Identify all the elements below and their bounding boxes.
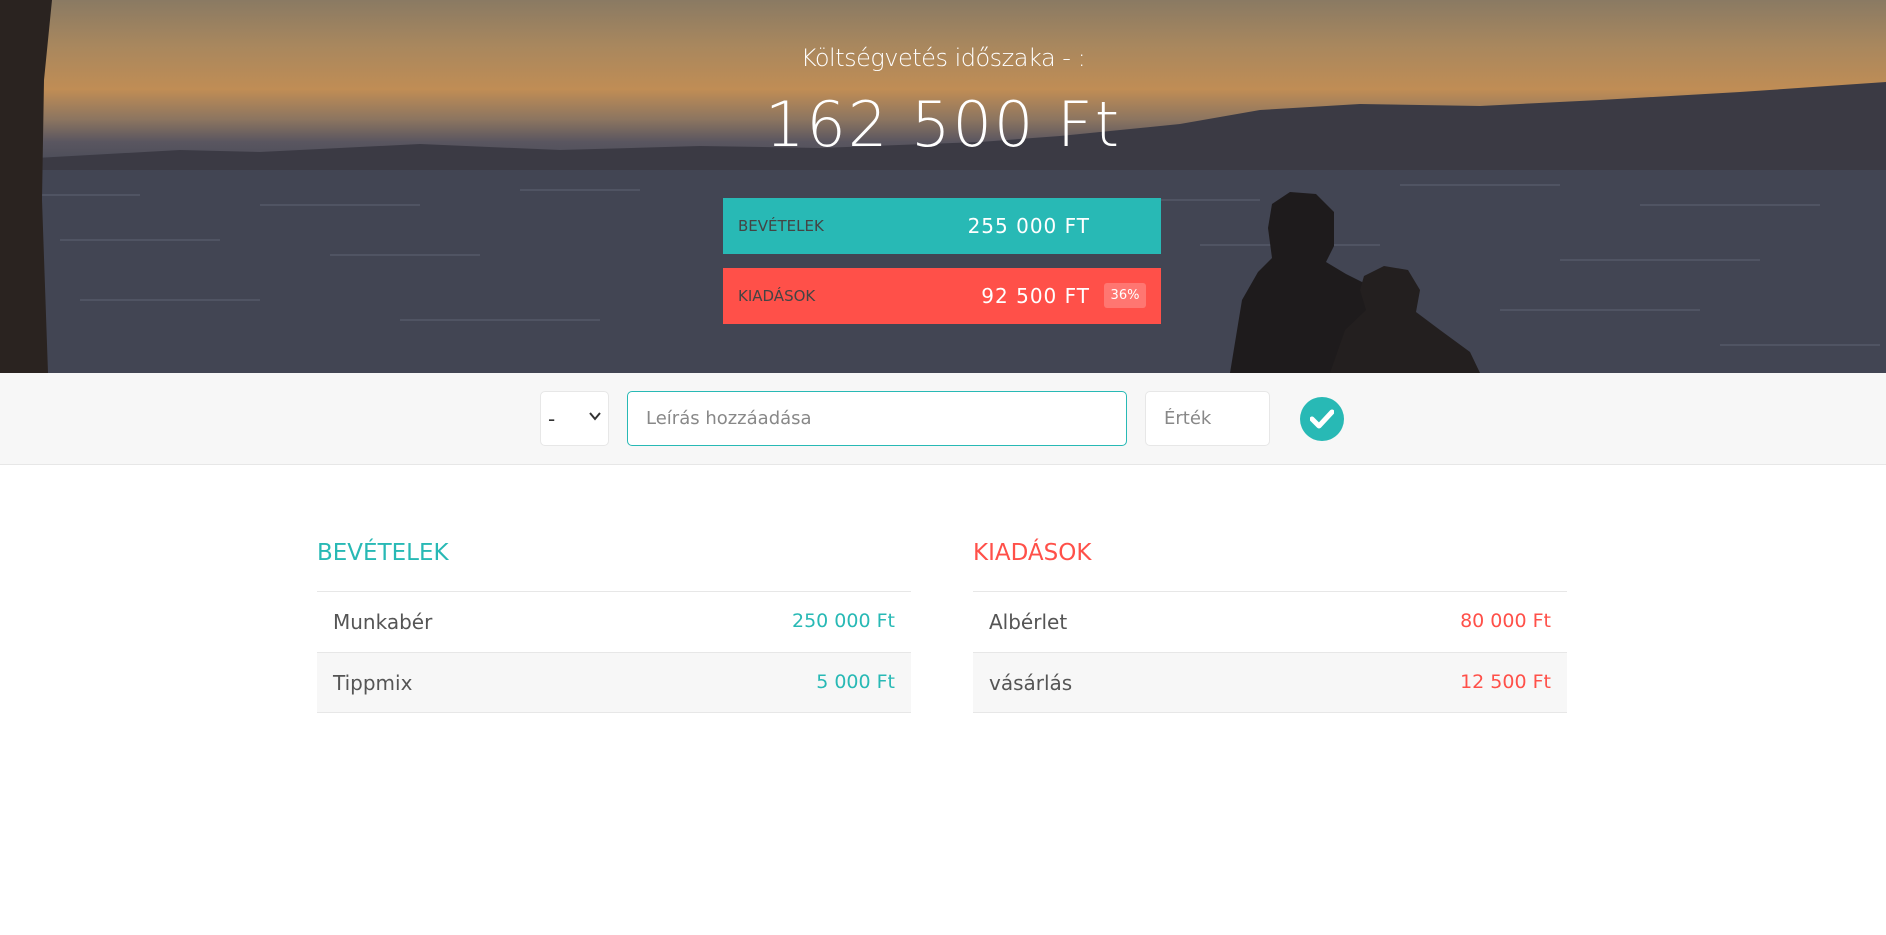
- item-description: Albérlet: [989, 610, 1068, 634]
- item-value: 250 000 Ft: [792, 610, 895, 632]
- list-item[interactable]: Albérlet 80 000 Ft: [973, 591, 1567, 652]
- budget-period-title: Költségvetés időszaka - :: [800, 44, 1086, 72]
- income-summary-bar: Bevételek 255 000 Ft: [723, 198, 1161, 254]
- item-value: 5 000 Ft: [816, 671, 895, 693]
- submit-button[interactable]: [1300, 397, 1344, 441]
- description-input[interactable]: [627, 391, 1127, 446]
- list-item[interactable]: vásárlás 12 500 Ft: [973, 652, 1567, 713]
- expense-summary-bar: Kiadások 92 500 Ft 36%: [723, 268, 1161, 324]
- expense-list-title: Kiadások: [973, 540, 1092, 566]
- expense-summary-value: 92 500 Ft: [981, 284, 1090, 308]
- budget-total-value: 162 500 Ft: [764, 88, 1122, 161]
- expense-percentage-badge: 36%: [1104, 283, 1146, 308]
- type-select[interactable]: -: [540, 391, 609, 446]
- income-summary-value: 255 000 Ft: [967, 214, 1090, 238]
- hero-header: Költségvetés időszaka - : 162 500 Ft Bev…: [0, 0, 1886, 373]
- item-description: Munkabér: [333, 610, 433, 634]
- item-description: Tippmix: [333, 671, 413, 695]
- item-value: 80 000 Ft: [1460, 610, 1551, 632]
- checkmark-circle-icon: [1310, 409, 1334, 429]
- expense-list: Kiadások Albérlet 80 000 Ft vásárlás 12 …: [973, 540, 1567, 713]
- income-list: Bevételek Munkabér 250 000 Ft Tippmix 5 …: [317, 540, 911, 713]
- list-item[interactable]: Tippmix 5 000 Ft: [317, 652, 911, 713]
- value-input[interactable]: [1145, 391, 1270, 446]
- income-list-title: Bevételek: [317, 540, 449, 566]
- list-item[interactable]: Munkabér 250 000 Ft: [317, 591, 911, 652]
- type-select-value: -: [548, 407, 556, 431]
- income-summary-label: Bevételek: [738, 217, 824, 235]
- chevron-down-icon: [588, 408, 602, 427]
- add-entry-bar: -: [0, 373, 1886, 465]
- item-value: 12 500 Ft: [1460, 671, 1551, 693]
- item-description: vásárlás: [989, 671, 1073, 695]
- expense-summary-label: Kiadások: [738, 287, 816, 305]
